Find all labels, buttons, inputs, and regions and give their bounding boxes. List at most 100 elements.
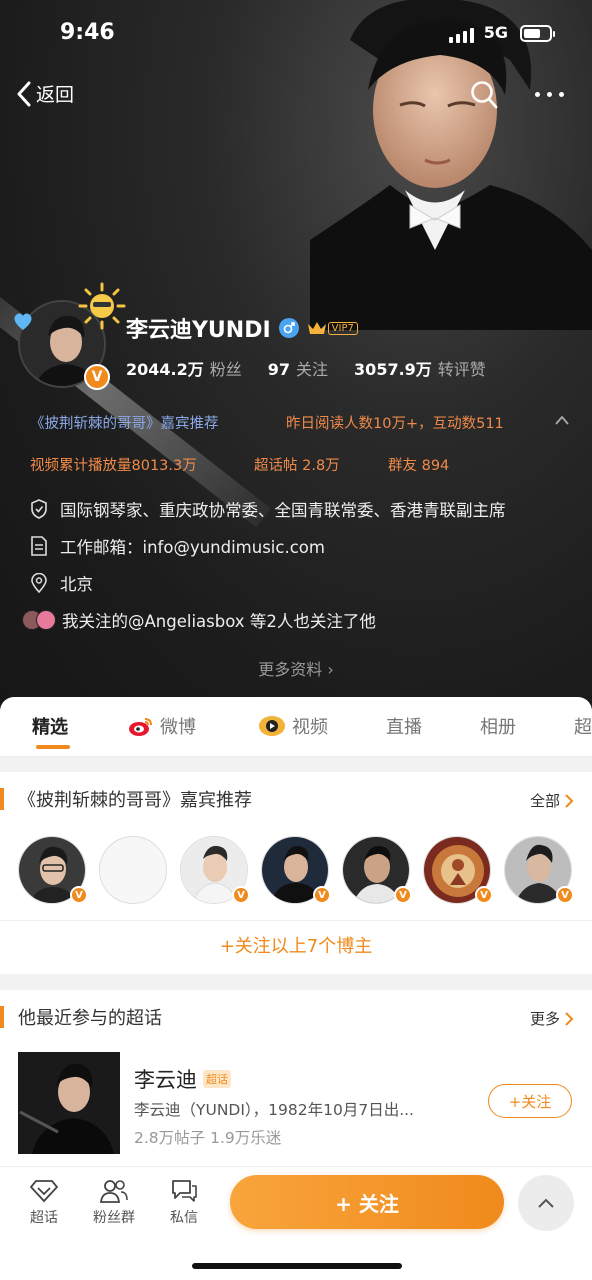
info-location-text: 北京 [60,574,93,594]
mutual-avatars [22,609,56,630]
top-nav: 返回 [0,78,592,118]
verified-v-icon: V [394,886,412,904]
fan-group-icon [84,1177,144,1205]
message-icon [154,1177,214,1205]
stat-label: 关注 [296,360,329,379]
stat-label: 转评赞 [437,360,486,379]
topic-follow-button[interactable]: +关注 [488,1084,572,1118]
super-topic-icon [14,1177,74,1205]
topic-cover-image[interactable] [18,1052,120,1154]
super-topic-posts[interactable]: 超话帖 2.8万 [254,454,388,475]
info-mutual-text: 我关注的@Angeliasbox 等2人也关注了他 [62,611,376,631]
stat-fans[interactable]: 2044.2万 粉丝 [126,356,242,380]
vip-level: VIP7 [327,321,358,335]
search-icon [471,81,498,109]
battery-icon [520,25,555,42]
status-bar: 9:46 5G [0,18,592,50]
more-options-button[interactable] [535,92,564,97]
recommend-row: 《披荆斩棘的哥哥》嘉宾推荐 昨日阅读人数10万+，互动数511 [30,412,580,436]
follow-all-button[interactable]: +关注以上7个博主 [0,920,592,972]
stat-interactions[interactable]: 3057.9万 转评赞 [354,356,486,380]
message-button[interactable]: 私信 [154,1177,214,1227]
tab-weibo[interactable]: 微博 [128,713,196,739]
back-label: 返回 [36,84,75,106]
dot-icon [535,92,540,97]
more-info-link[interactable]: 更多资料 › [0,656,592,680]
vip-badge[interactable]: VIP7 [307,320,358,336]
guest-avatar[interactable]: V [261,836,331,904]
chevron-left-icon [17,81,31,106]
section-title: 《披荆斩棘的哥哥》嘉宾推荐 [18,790,252,811]
home-indicator [192,1263,402,1269]
verified-v-icon: V [84,364,110,390]
stat-following[interactable]: 97 关注 [268,356,328,380]
guest-recommend-link[interactable]: 《披荆斩棘的哥哥》嘉宾推荐 [30,412,219,433]
tab-featured[interactable]: 精选 [32,713,68,739]
bottom-action-bar: 超话 粉丝群 私信 + 关注 [0,1166,592,1280]
guest-avatar[interactable]: V [423,836,493,904]
shield-icon [28,498,50,520]
tab-label: 视频 [292,717,328,738]
guest-avatar[interactable]: V [504,836,574,904]
network-type: 5G [483,23,508,42]
tab-video[interactable]: 视频 [258,713,328,739]
content-tabs: 精选 微博 视频 直播 相册 超 [0,697,592,757]
topic-description: 李云迪（YUNDI），1982年10月7日出... [134,1101,414,1119]
chevron-up-icon[interactable] [554,414,570,426]
profile-info-list: 国际钢琴家、重庆政协常委、全国青联常委、香港青联副主席 工作邮箱：info@yu… [22,490,588,638]
guest-avatar[interactable]: V [18,836,88,904]
guest-recommend-section: 《披荆斩棘的哥哥》嘉宾推荐 全部 V V V V V V +关注以上7个博主 [0,772,592,974]
status-time: 9:46 [60,20,115,45]
tab-label: 精选 [32,717,68,738]
stat-value: 97 [267,360,291,379]
verified-v-icon: V [70,886,88,904]
info-title-text: 国际钢琴家、重庆政协常委、全国青联常委、香港青联副主席 [60,500,506,520]
info-email-text[interactable]: 工作邮箱：info@yundimusic.com [60,534,325,558]
tab-super-topic[interactable]: 超 [574,713,592,739]
verified-v-icon: V [475,886,493,904]
section-header: 《披荆斩棘的哥哥》嘉宾推荐 全部 [0,772,592,824]
crown-icon [307,322,326,334]
fan-group-button[interactable]: 粉丝群 [84,1177,144,1227]
more-link[interactable]: 更多 [530,1008,574,1029]
verified-v-icon: V [556,886,574,904]
info-email: 工作邮箱：info@yundimusic.com [28,527,588,564]
group-friends[interactable]: 群友 894 [388,454,449,475]
stat-value: 2044.2万 [126,360,204,379]
video-plays: 视频累计播放量8013.3万 [30,458,197,474]
dot-icon [547,92,552,97]
topic-name[interactable]: 李云迪 [134,1064,197,1094]
topic-title-row: 李云迪 超话 [134,1064,231,1094]
super-topic-button[interactable]: 超话 [14,1177,74,1227]
active-tab-indicator [36,745,70,749]
guest-avatar[interactable]: V [342,836,412,904]
view-all-link[interactable]: 全部 [530,790,574,811]
reading-stats: 昨日阅读人数10万+，互动数511 [286,416,504,432]
tab-label: 超 [574,717,592,738]
section-title: 他最近参与的超话 [18,1008,162,1029]
profile-header: 9:46 5G 返回 V 李云迪YUNDI VIP7 2044.2万 粉丝 97… [0,0,592,720]
bottom-item-label: 超话 [30,1210,58,1226]
guest-avatars: V V V V V V [18,836,574,904]
search-button[interactable] [470,80,498,114]
avatar [99,836,167,904]
tab-album[interactable]: 相册 [480,713,516,739]
scroll-top-button[interactable] [518,1175,574,1231]
profile-name: 李云迪YUNDI [126,318,271,343]
follow-button[interactable]: + 关注 [230,1175,504,1229]
chevron-up-icon [538,1198,554,1208]
tab-label: 相册 [480,717,516,738]
verified-v-icon: V [313,886,331,904]
info-title: 国际钢琴家、重庆政协常委、全国青联常委、香港青联副主席 [28,490,588,527]
guest-avatar[interactable] [99,836,167,904]
back-button[interactable]: 返回 [16,80,74,107]
guest-avatar[interactable]: V [180,836,250,904]
tab-live[interactable]: 直播 [386,713,422,739]
male-gender-icon [278,318,299,338]
name-row: 李云迪YUNDI VIP7 [126,312,358,344]
weibo-icon [129,718,152,736]
tab-label: 微博 [160,717,196,738]
section-accent-bar [0,1006,4,1028]
heart-icon [14,313,32,330]
info-mutual[interactable]: 我关注的@Angeliasbox 等2人也关注了他 [22,601,588,638]
